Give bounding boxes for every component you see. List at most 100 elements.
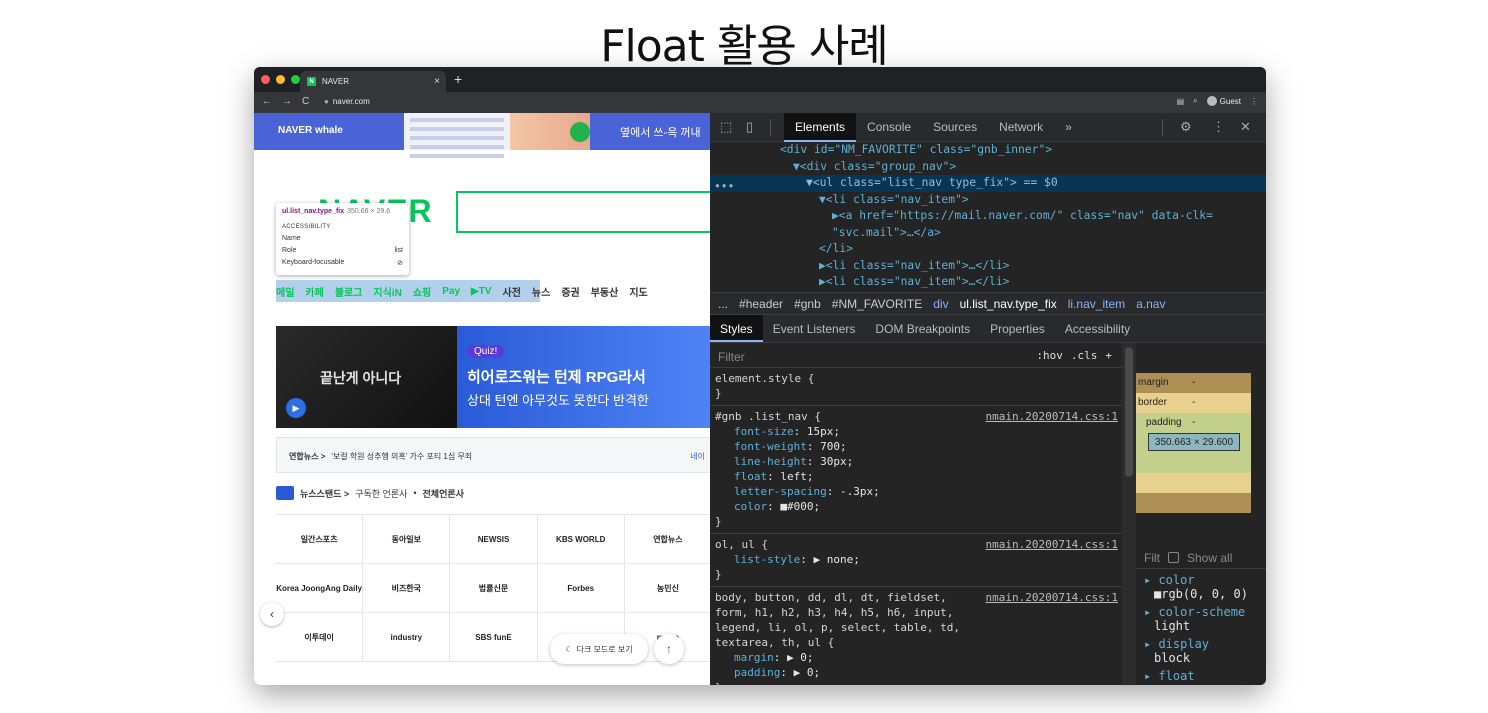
dom-tree[interactable]: ••• <div id="NM_FAVORITE" class="gnb_inn…: [710, 142, 1266, 305]
press-logo[interactable]: 일간스포츠: [276, 515, 364, 563]
press-logo[interactable]: industry: [363, 613, 451, 661]
gnb-item[interactable]: 증권: [561, 284, 579, 299]
tab-elements[interactable]: Elements: [784, 113, 857, 142]
dom-node[interactable]: ▼<li class="nav_item">: [710, 192, 1266, 209]
chevron-left-icon[interactable]: ‹: [260, 602, 284, 626]
dom-node[interactable]: ▶<a href="https://mail.naver.com/" class…: [710, 208, 1266, 225]
zoom-icon[interactable]: ⌕: [1193, 96, 1197, 106]
subtab[interactable]: DOM Breakpoints: [865, 315, 980, 342]
dom-node[interactable]: </li>: [710, 241, 1266, 258]
css-property[interactable]: float: left;: [715, 469, 1117, 484]
whale-banner[interactable]: NAVER whale 옆에서 쓰-윽 꺼내: [254, 113, 710, 158]
rule-source-link[interactable]: nmain.20200714.css:1: [986, 409, 1118, 424]
filter-option[interactable]: .cls: [1071, 349, 1098, 362]
gear-icon[interactable]: ⚙: [1180, 119, 1192, 135]
css-property[interactable]: list-style: ▶ none;: [715, 552, 1117, 567]
breadcrumb-item[interactable]: ...: [718, 297, 728, 311]
gnb-item[interactable]: ▶TV: [471, 286, 491, 297]
subtab[interactable]: Accessibility: [1055, 315, 1140, 342]
maximize-window-button[interactable]: [291, 75, 300, 84]
press-logo[interactable]: NEWSIS: [450, 515, 538, 563]
reload-icon[interactable]: C: [302, 96, 309, 107]
press-logo[interactable]: 동아일보: [363, 515, 451, 563]
press-logo[interactable]: Korea JoongAng Daily: [276, 564, 364, 612]
press-logo[interactable]: 비즈한국: [363, 564, 451, 612]
dom-node[interactable]: "svc.mail">…</a>: [710, 225, 1266, 242]
breadcrumb-item[interactable]: #header: [739, 297, 783, 311]
dom-node[interactable]: ▼<div class="group_nav">: [710, 159, 1266, 176]
subtab[interactable]: Properties: [980, 315, 1055, 342]
breadcrumb-item[interactable]: #NM_FAVORITE: [832, 297, 922, 311]
gnb-item[interactable]: 사전: [503, 284, 521, 299]
press-logo[interactable]: SBS funE: [450, 613, 538, 661]
close-window-button[interactable]: [261, 75, 270, 84]
press-logo[interactable]: KBS WORLD: [538, 515, 625, 563]
ellipsis-icon[interactable]: •••: [714, 179, 734, 196]
breadcrumb-item[interactable]: li.nav_item: [1068, 297, 1125, 311]
newsstand-subscribed[interactable]: 구독한 언론사: [355, 487, 407, 500]
profile-button[interactable]: Guest: [1206, 96, 1241, 106]
filter-option[interactable]: :hov: [1036, 349, 1063, 362]
computed-item[interactable]: ▸ color ■rgb(0, 0, 0): [1136, 573, 1266, 601]
breadcrumb-item[interactable]: #gnb: [794, 297, 821, 311]
css-property[interactable]: line-height: 30px;: [715, 454, 1117, 469]
press-logo[interactable]: 농민신: [625, 564, 710, 612]
gnb-item[interactable]: 블로그: [335, 284, 363, 299]
url-field[interactable]: ● naver.com: [324, 97, 370, 106]
styles-filter[interactable]: Filter :hov .cls +: [710, 343, 1122, 368]
subtab[interactable]: Event Listeners: [763, 315, 866, 342]
dom-node[interactable]: <div id="NM_FAVORITE" class="gnb_inner">: [710, 142, 1266, 159]
css-property[interactable]: font-weight: 700;: [715, 439, 1117, 454]
dom-node[interactable]: ▶<li class="nav_item">…</li>: [710, 274, 1266, 291]
css-property[interactable]: padding: ▶ 0;: [715, 665, 1117, 680]
close-icon[interactable]: ✕: [1240, 119, 1251, 135]
rule-selector[interactable]: element.style {: [715, 371, 1117, 386]
play-icon[interactable]: ▶: [286, 398, 306, 418]
press-logo[interactable]: 연합뉴스: [625, 515, 710, 563]
computed-filter[interactable]: Filt Show all: [1136, 543, 1266, 569]
tab-console[interactable]: Console: [856, 113, 922, 142]
menu-icon[interactable]: ⋮: [1250, 97, 1258, 106]
newsstand-title[interactable]: 뉴스스탠드 >: [300, 487, 349, 500]
dom-node[interactable]: ▶<li class="nav_item">…</li>: [710, 258, 1266, 275]
rule-source-link[interactable]: nmain.20200714.css:1: [986, 537, 1118, 552]
search-input[interactable]: [456, 191, 710, 233]
news-ticker[interactable]: 연합뉴스 > '보컬 학원 성추행 의혹' 가수 포티 1심 무죄 네이: [276, 437, 710, 473]
dom-node[interactable]: ▼<ul class="list_nav type_fix"> == $0: [710, 175, 1266, 192]
subtab[interactable]: Styles: [710, 315, 763, 342]
breadcrumb-item[interactable]: ul.list_nav.type_fix: [960, 297, 1057, 311]
dark-mode-button[interactable]: ☾ 다크 모드로 보기: [550, 634, 648, 664]
css-property[interactable]: margin: ▶ 0;: [715, 650, 1117, 665]
scrollbar[interactable]: [1122, 343, 1136, 685]
more-icon[interactable]: ⋮: [1212, 119, 1225, 135]
forward-icon[interactable]: →: [282, 96, 292, 107]
css-property[interactable]: font-size: 15px;: [715, 424, 1117, 439]
gnb-item[interactable]: 지식iN: [373, 284, 401, 299]
filter-option[interactable]: +: [1105, 349, 1112, 362]
gnb-item[interactable]: 뉴스: [532, 284, 550, 299]
browser-tab[interactable]: N NAVER ×: [300, 71, 446, 92]
newsstand-all[interactable]: 전체언론사: [423, 487, 464, 500]
back-icon[interactable]: ←: [262, 96, 272, 107]
css-property[interactable]: color: ■#000;: [715, 499, 1117, 514]
ad-banner[interactable]: 끝난게 아니다 ▶ Quiz! 히어로즈워는 턴제 RPG라서 상대 턴엔 아무…: [276, 326, 710, 428]
inspect-element-icon[interactable]: ⬚: [720, 119, 732, 135]
gnb-item[interactable]: 부동산: [591, 284, 619, 299]
gnb-item[interactable]: 카페: [305, 284, 323, 299]
gnb-item[interactable]: 메일: [276, 284, 294, 299]
show-all-checkbox[interactable]: [1168, 552, 1179, 563]
tab-sources[interactable]: Sources: [922, 113, 988, 142]
gnb-item[interactable]: 쇼핑: [413, 284, 431, 299]
press-logo[interactable]: 이투데이: [276, 613, 364, 661]
press-logo[interactable]: 법률신문: [450, 564, 538, 612]
computed-item[interactable]: ▸ float: [1136, 669, 1266, 683]
press-logo[interactable]: Forbes: [538, 564, 625, 612]
tab-[interactable]: »: [1054, 113, 1083, 142]
css-property[interactable]: letter-spacing: -.3px;: [715, 484, 1117, 499]
tab-network[interactable]: Network: [988, 113, 1054, 142]
computed-item[interactable]: ▸ color-scheme light: [1136, 605, 1266, 633]
translate-icon[interactable]: ▤: [1177, 97, 1185, 106]
scroll-top-icon[interactable]: ↑: [654, 634, 684, 664]
device-toolbar-icon[interactable]: ▯: [746, 119, 753, 135]
breadcrumb-item[interactable]: a.nav: [1136, 297, 1165, 311]
